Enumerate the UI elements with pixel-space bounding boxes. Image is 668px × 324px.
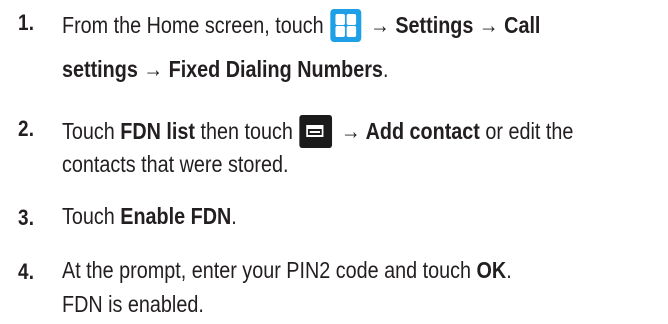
step-text-part: .	[506, 257, 512, 283]
step-text-bold: → Settings → Call	[370, 12, 541, 38]
apps-grid-icon	[330, 9, 362, 42]
step-number: 1.	[18, 10, 35, 35]
step-text-part: or edit the	[479, 118, 574, 144]
step-text-line-2: contacts that were stored.	[62, 151, 289, 177]
step-text: Touch Enable FDN.	[62, 203, 237, 230]
step-text-bold: → Add contact	[341, 118, 480, 144]
step-text: From the Home screen, touch → Settings → …	[62, 9, 540, 42]
step-number: 3.	[18, 205, 35, 230]
step-text-part: At the prompt, enter your PIN2 code and …	[62, 257, 477, 283]
step-text-part: .	[382, 56, 389, 82]
step-text-part: Touch	[62, 118, 121, 144]
step-text-part: Touch	[62, 203, 121, 229]
step-text-part: .	[231, 203, 237, 229]
step-text-bold: settings → Fixed Dialing Numbers	[62, 56, 383, 82]
step-text-part: From the Home screen, touch	[62, 12, 324, 38]
step-number: 2.	[18, 116, 35, 141]
step-text-part: then touch	[195, 118, 293, 144]
step-number: 4.	[18, 259, 35, 284]
step-text: Touch FDN list then touch → Add contact o…	[62, 115, 573, 148]
step-text-bold: OK	[476, 257, 507, 283]
step-text-bold: Enable FDN	[120, 203, 232, 229]
step-text: At the prompt, enter your PIN2 code and …	[62, 257, 512, 284]
step-text-line-2: FDN is enabled.	[62, 291, 204, 317]
step-text-bold: FDN list	[120, 118, 196, 144]
menu-icon	[299, 115, 333, 148]
step-text-line-2: settings → Fixed Dialing Numbers.	[62, 56, 388, 83]
